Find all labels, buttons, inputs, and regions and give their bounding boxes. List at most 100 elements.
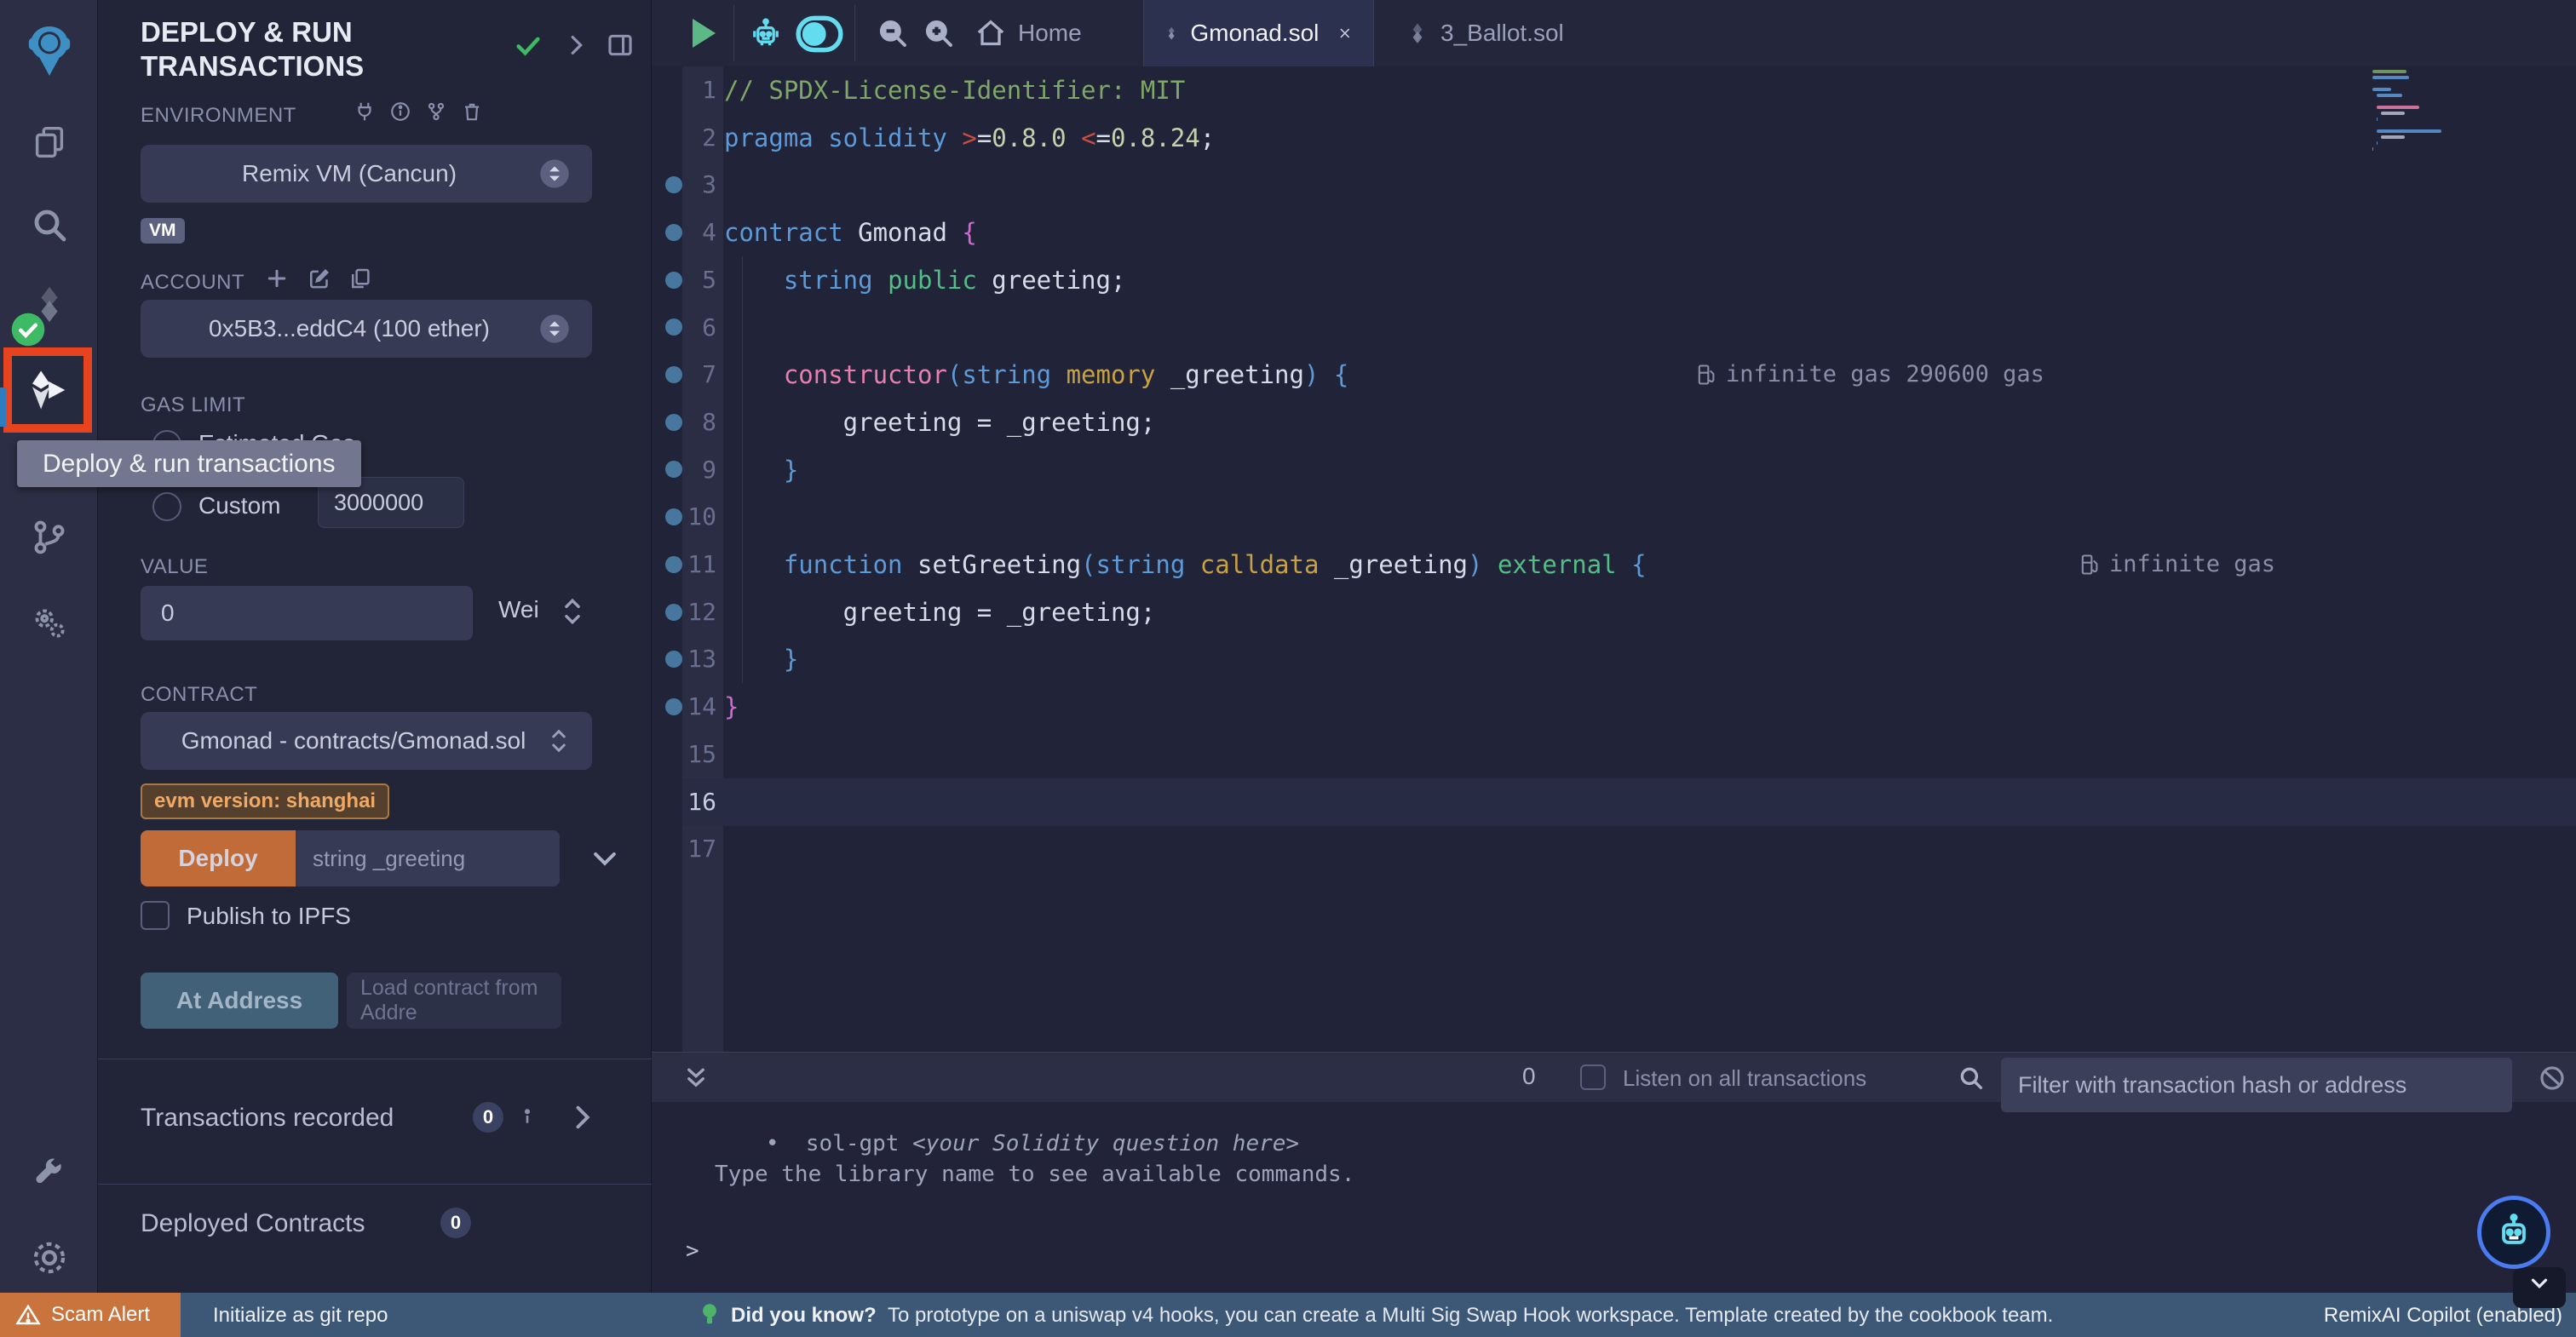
line-number[interactable]: 16 <box>652 778 716 826</box>
gutter-dot[interactable] <box>665 224 682 241</box>
code-token <box>1482 550 1497 579</box>
tools-icon[interactable] <box>0 1156 98 1194</box>
gutter-dot[interactable] <box>665 366 682 383</box>
account-select[interactable]: 0x5B3...eddC4 (100 ether) <box>141 300 592 358</box>
remix-logo[interactable] <box>0 24 98 78</box>
code-token: constructor <box>784 360 947 389</box>
terminal-collapse-icon[interactable] <box>681 1063 711 1093</box>
custom-gas-radio[interactable] <box>152 492 181 521</box>
unit-caret-icon[interactable] <box>558 593 587 630</box>
tab-gmonad[interactable]: Gmonad.sol <box>1143 0 1374 66</box>
code-line[interactable]: function setGreeting(string calldata _gr… <box>724 541 1647 588</box>
zoom-in-icon[interactable] <box>921 15 957 51</box>
line-number[interactable]: 3 <box>652 161 716 209</box>
panel-layout-icon[interactable] <box>606 31 635 60</box>
line-number[interactable]: 14 <box>652 683 716 731</box>
value-unit-select[interactable]: Wei <box>498 596 539 623</box>
terminal-search-icon[interactable] <box>1957 1064 1986 1093</box>
close-tab-icon[interactable] <box>1337 21 1353 45</box>
line-number[interactable]: 4 <box>652 209 716 256</box>
line-number[interactable]: 9 <box>652 446 716 494</box>
publish-ipfs-checkbox[interactable] <box>141 901 170 930</box>
line-number[interactable]: 17 <box>652 825 716 873</box>
gas-estimate-annotation: infinite gas <box>2079 541 2275 588</box>
deploy-run-highlight-box[interactable] <box>3 347 92 433</box>
edit-account-icon[interactable] <box>307 266 332 291</box>
add-account-icon[interactable] <box>264 266 290 291</box>
environment-select[interactable]: Remix VM (Cancun) <box>141 145 592 203</box>
minimap-line <box>2381 135 2404 139</box>
select-stepper-icon <box>538 157 572 191</box>
code-line[interactable]: contract Gmonad { <box>724 209 977 256</box>
code-line[interactable]: // SPDX-License-Identifier: MIT <box>724 66 1185 114</box>
code-token: < <box>1081 123 1095 152</box>
settings-icon[interactable] <box>0 1238 98 1277</box>
code-line[interactable]: greeting = _greeting; <box>724 588 1155 636</box>
run-script-icon[interactable] <box>693 19 716 48</box>
gutter-dot[interactable] <box>665 556 682 573</box>
deploy-button[interactable]: Deploy <box>141 830 296 887</box>
ai-collapse-notch[interactable] <box>2513 1267 2566 1308</box>
line-number[interactable]: 13 <box>652 635 716 683</box>
search-icon[interactable] <box>0 204 98 245</box>
code-line[interactable]: string public greeting; <box>724 256 1125 304</box>
copilot-toggle-icon[interactable] <box>795 14 844 55</box>
line-number[interactable]: 1 <box>652 66 716 114</box>
plug-icon[interactable] <box>354 100 376 123</box>
remix-ai-button[interactable] <box>2477 1196 2550 1269</box>
solidity-file-icon <box>1164 19 1178 48</box>
gutter-dot[interactable] <box>665 698 682 715</box>
value-input[interactable]: 0 <box>141 586 473 640</box>
line-number[interactable]: 2 <box>652 114 716 162</box>
tab-ballot[interactable]: 3_Ballot.sol <box>1386 0 1584 66</box>
deploy-run-tooltip: Deploy & run transactions <box>17 440 361 487</box>
tab-home[interactable]: Home <box>974 0 1082 66</box>
code-editor[interactable]: 1// SPDX-License-Identifier: MIT2pragma … <box>652 66 2576 1052</box>
minimap-line <box>2377 129 2441 133</box>
copy-account-icon[interactable] <box>348 266 373 291</box>
line-number[interactable]: 11 <box>652 541 716 588</box>
clear-terminal-icon[interactable] <box>2538 1064 2567 1093</box>
gutter-dot[interactable] <box>665 508 682 525</box>
line-number[interactable]: 8 <box>652 399 716 446</box>
minimap[interactable] <box>2372 70 2500 189</box>
line-number[interactable]: 12 <box>652 588 716 636</box>
transaction-filter-input[interactable] <box>2001 1058 2512 1112</box>
code-line[interactable]: greeting = _greeting; <box>724 399 1155 446</box>
code-line[interactable]: } <box>724 635 798 683</box>
panel-next-icon[interactable] <box>563 32 589 58</box>
line-number[interactable]: 10 <box>652 493 716 541</box>
deploy-expand-icon[interactable] <box>588 841 622 875</box>
terminal-prompt[interactable]: > <box>686 1238 699 1264</box>
line-number[interactable]: 7 <box>652 351 716 399</box>
gutter-dot[interactable] <box>665 604 682 621</box>
transactions-info-icon[interactable] <box>514 1104 541 1131</box>
at-address-input[interactable]: Load contract from Addre <box>347 973 561 1029</box>
contract-select[interactable]: Gmonad - contracts/Gmonad.sol <box>141 712 592 770</box>
at-address-button[interactable]: At Address <box>141 973 338 1029</box>
info-icon[interactable] <box>389 100 411 123</box>
gutter-dot[interactable] <box>665 272 682 289</box>
trash-icon[interactable] <box>461 100 483 123</box>
line-number[interactable]: 6 <box>652 304 716 352</box>
plugins-icon[interactable] <box>0 603 98 642</box>
transactions-expand-icon[interactable] <box>566 1102 597 1133</box>
deploy-param-input[interactable] <box>296 830 560 887</box>
scam-alert[interactable]: Scam Alert <box>0 1293 181 1337</box>
zoom-out-icon[interactable] <box>875 15 911 51</box>
line-number[interactable]: 15 <box>652 731 716 778</box>
minimap-line <box>2372 147 2373 151</box>
code-line[interactable]: } <box>724 446 798 494</box>
listen-all-checkbox[interactable] <box>1580 1064 1606 1090</box>
code-line[interactable]: constructor(string memory _greeting) { <box>724 351 1348 399</box>
git-init-button[interactable]: Initialize as git repo <box>213 1304 388 1328</box>
line-number[interactable]: 5 <box>652 256 716 304</box>
file-explorer-icon[interactable] <box>0 123 98 162</box>
code-line[interactable]: pragma solidity >=0.8.0 <=0.8.24; <box>724 114 1215 162</box>
code-token: string <box>784 266 888 295</box>
fork-icon[interactable] <box>425 100 447 123</box>
code-line[interactable]: } <box>724 683 739 731</box>
git-icon[interactable] <box>0 518 98 557</box>
gutter-dot[interactable] <box>665 414 682 431</box>
ai-robot-icon[interactable] <box>747 15 785 53</box>
